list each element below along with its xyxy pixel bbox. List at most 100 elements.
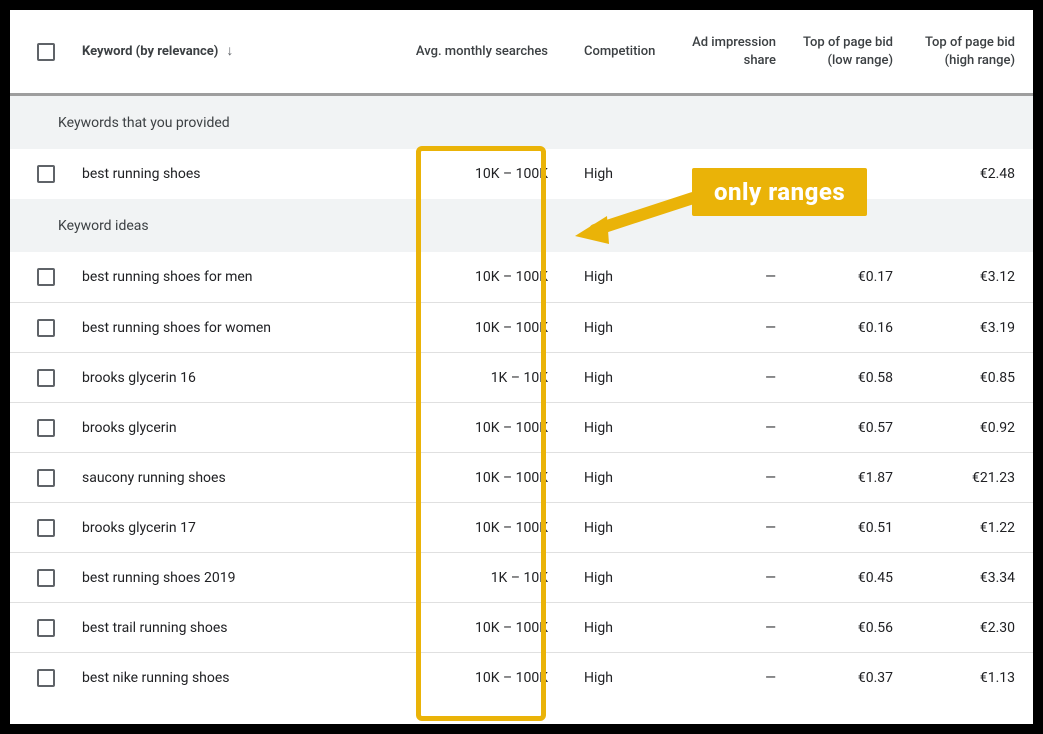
table-row[interactable]: brooks glycerin10K – 100KHigh—€0.57€0.92 bbox=[10, 402, 1033, 452]
header-bid-low[interactable]: Top of page bid (low range) bbox=[794, 34, 911, 69]
cell-bid-high: €1.22 bbox=[911, 520, 1033, 536]
table-header-row: Keyword (by relevance) ↓ Avg. monthly se… bbox=[10, 10, 1033, 96]
row-checkbox[interactable] bbox=[37, 469, 55, 487]
cell-impression-share: — bbox=[684, 670, 794, 686]
cell-bid-low: €1.87 bbox=[794, 470, 911, 486]
table-row[interactable]: best running shoes10K – 100KHigh €2.48 bbox=[10, 149, 1033, 199]
cell-keyword: brooks glycerin 17 bbox=[82, 520, 373, 536]
row-checkbox[interactable] bbox=[37, 569, 55, 587]
cell-keyword: best running shoes 2019 bbox=[82, 570, 373, 586]
row-checkbox-cell bbox=[10, 165, 82, 183]
cell-impression-share: — bbox=[684, 420, 794, 436]
row-checkbox[interactable] bbox=[37, 619, 55, 637]
table-row[interactable]: best running shoes 20191K – 10KHigh—€0.4… bbox=[10, 552, 1033, 602]
cell-bid-low: €0.56 bbox=[794, 620, 911, 636]
cell-bid-high: €3.34 bbox=[911, 570, 1033, 586]
section-provided-keywords: Keywords that you provided bbox=[10, 96, 1033, 149]
header-avg-searches[interactable]: Avg. monthly searches bbox=[373, 43, 566, 61]
cell-bid-high: €0.85 bbox=[911, 370, 1033, 386]
cell-impression-share: — bbox=[684, 520, 794, 536]
cell-bid-high: €2.48 bbox=[911, 166, 1033, 182]
table-row[interactable]: best nike running shoes10K – 100KHigh—€0… bbox=[10, 652, 1033, 702]
cell-keyword: best running shoes for men bbox=[82, 269, 373, 285]
row-checkbox-cell bbox=[10, 369, 82, 387]
cell-bid-high: €3.19 bbox=[911, 320, 1033, 336]
table-row[interactable]: best trail running shoes10K – 100KHigh—€… bbox=[10, 602, 1033, 652]
cell-avg-searches: 10K – 100K bbox=[373, 620, 566, 636]
cell-bid-high: €3.12 bbox=[911, 269, 1033, 285]
cell-bid-low: €0.16 bbox=[794, 320, 911, 336]
table-row[interactable]: best running shoes for women10K – 100KHi… bbox=[10, 302, 1033, 352]
header-keyword-label: Keyword (by relevance) bbox=[82, 43, 218, 61]
cell-avg-searches: 10K – 100K bbox=[373, 520, 566, 536]
row-checkbox-cell bbox=[10, 469, 82, 487]
cell-competition: High bbox=[566, 166, 684, 182]
cell-bid-low: €0.51 bbox=[794, 520, 911, 536]
row-checkbox-cell bbox=[10, 569, 82, 587]
cell-bid-high: €0.92 bbox=[911, 420, 1033, 436]
table-row[interactable]: saucony running shoes10K – 100KHigh—€1.8… bbox=[10, 452, 1033, 502]
header-bid-high[interactable]: Top of page bid (high range) bbox=[911, 34, 1033, 69]
sort-descending-icon: ↓ bbox=[226, 42, 233, 61]
cell-keyword: best trail running shoes bbox=[82, 620, 373, 636]
select-all-checkbox[interactable] bbox=[37, 43, 55, 61]
cell-impression-share: — bbox=[684, 570, 794, 586]
cell-keyword: best nike running shoes bbox=[82, 670, 373, 686]
cell-competition: High bbox=[566, 320, 684, 336]
cell-avg-searches: 10K – 100K bbox=[373, 320, 566, 336]
header-competition[interactable]: Competition bbox=[566, 43, 684, 61]
cell-keyword: best running shoes bbox=[82, 166, 373, 182]
cell-bid-low: €0.17 bbox=[794, 269, 911, 285]
header-impression-share[interactable]: Ad impression share bbox=[684, 34, 794, 69]
cell-bid-low: €0.45 bbox=[794, 570, 911, 586]
row-checkbox[interactable] bbox=[37, 669, 55, 687]
cell-bid-low: €0.37 bbox=[794, 670, 911, 686]
cell-keyword: brooks glycerin bbox=[82, 420, 373, 436]
row-checkbox[interactable] bbox=[37, 419, 55, 437]
cell-avg-searches: 10K – 100K bbox=[373, 166, 566, 182]
cell-competition: High bbox=[566, 370, 684, 386]
cell-bid-high: €1.13 bbox=[911, 670, 1033, 686]
row-checkbox-cell bbox=[10, 519, 82, 537]
row-checkbox[interactable] bbox=[37, 165, 55, 183]
cell-avg-searches: 10K – 100K bbox=[373, 470, 566, 486]
cell-competition: High bbox=[566, 269, 684, 285]
cell-competition: High bbox=[566, 470, 684, 486]
cell-avg-searches: 10K – 100K bbox=[373, 670, 566, 686]
cell-keyword: saucony running shoes bbox=[82, 470, 373, 486]
cell-avg-searches: 1K – 10K bbox=[373, 370, 566, 386]
cell-bid-low: €0.57 bbox=[794, 420, 911, 436]
keyword-table-panel: Keyword (by relevance) ↓ Avg. monthly se… bbox=[10, 10, 1033, 724]
row-checkbox[interactable] bbox=[37, 268, 55, 286]
row-checkbox[interactable] bbox=[37, 319, 55, 337]
table-row[interactable]: brooks glycerin 1710K – 100KHigh—€0.51€1… bbox=[10, 502, 1033, 552]
cell-impression-share: — bbox=[684, 370, 794, 386]
cell-impression-share: — bbox=[684, 320, 794, 336]
table-row[interactable]: best running shoes for men10K – 100KHigh… bbox=[10, 252, 1033, 302]
row-checkbox[interactable] bbox=[37, 369, 55, 387]
cell-impression-share: — bbox=[684, 470, 794, 486]
cell-impression-share: — bbox=[684, 269, 794, 285]
row-checkbox-cell bbox=[10, 268, 82, 286]
cell-bid-low: €0.58 bbox=[794, 370, 911, 386]
row-checkbox-cell bbox=[10, 619, 82, 637]
table-row[interactable]: brooks glycerin 161K – 10KHigh—€0.58€0.8… bbox=[10, 352, 1033, 402]
cell-avg-searches: 10K – 100K bbox=[373, 269, 566, 285]
header-checkbox-cell bbox=[10, 43, 82, 61]
row-checkbox-cell bbox=[10, 319, 82, 337]
cell-competition: High bbox=[566, 670, 684, 686]
cell-bid-high: €2.30 bbox=[911, 620, 1033, 636]
cell-bid-high: €21.23 bbox=[911, 470, 1033, 486]
annotation-only-ranges: only ranges bbox=[692, 168, 867, 216]
cell-competition: High bbox=[566, 620, 684, 636]
cell-avg-searches: 1K – 10K bbox=[373, 570, 566, 586]
section-keyword-ideas: Keyword ideas bbox=[10, 199, 1033, 252]
cell-avg-searches: 10K – 100K bbox=[373, 420, 566, 436]
row-checkbox-cell bbox=[10, 669, 82, 687]
row-checkbox[interactable] bbox=[37, 519, 55, 537]
cell-keyword: brooks glycerin 16 bbox=[82, 370, 373, 386]
cell-competition: High bbox=[566, 420, 684, 436]
header-keyword[interactable]: Keyword (by relevance) ↓ bbox=[82, 42, 373, 61]
row-checkbox-cell bbox=[10, 419, 82, 437]
cell-impression-share: — bbox=[684, 620, 794, 636]
